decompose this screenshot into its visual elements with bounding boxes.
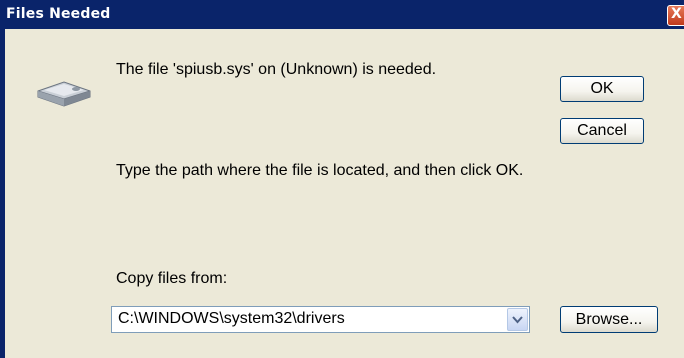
instruction-message: Type the path where the file is located,… (116, 162, 524, 179)
copy-files-from-combobox[interactable]: C:\WINDOWS\system32\drivers (111, 306, 530, 333)
files-needed-dialog: Files Needed X The file 'spiusb.sys' on … (0, 0, 684, 358)
window-title: Files Needed (6, 6, 111, 22)
close-button[interactable]: X (667, 5, 684, 26)
browse-button[interactable]: Browse... (560, 306, 658, 333)
title-bar[interactable]: Files Needed X (0, 0, 684, 29)
copy-files-label: Copy files from: (116, 270, 228, 287)
window-left-border (0, 29, 5, 358)
drive-icon (34, 75, 94, 119)
chevron-down-icon (512, 316, 523, 324)
cancel-button[interactable]: Cancel (560, 118, 644, 144)
copy-files-from-value[interactable]: C:\WINDOWS\system32\drivers (118, 310, 345, 328)
file-needed-message: The file 'spiusb.sys' on (Unknown) is ne… (116, 61, 437, 78)
dropdown-arrow-button[interactable] (507, 308, 528, 331)
ok-button[interactable]: OK (560, 76, 644, 102)
close-icon: X (671, 6, 682, 22)
